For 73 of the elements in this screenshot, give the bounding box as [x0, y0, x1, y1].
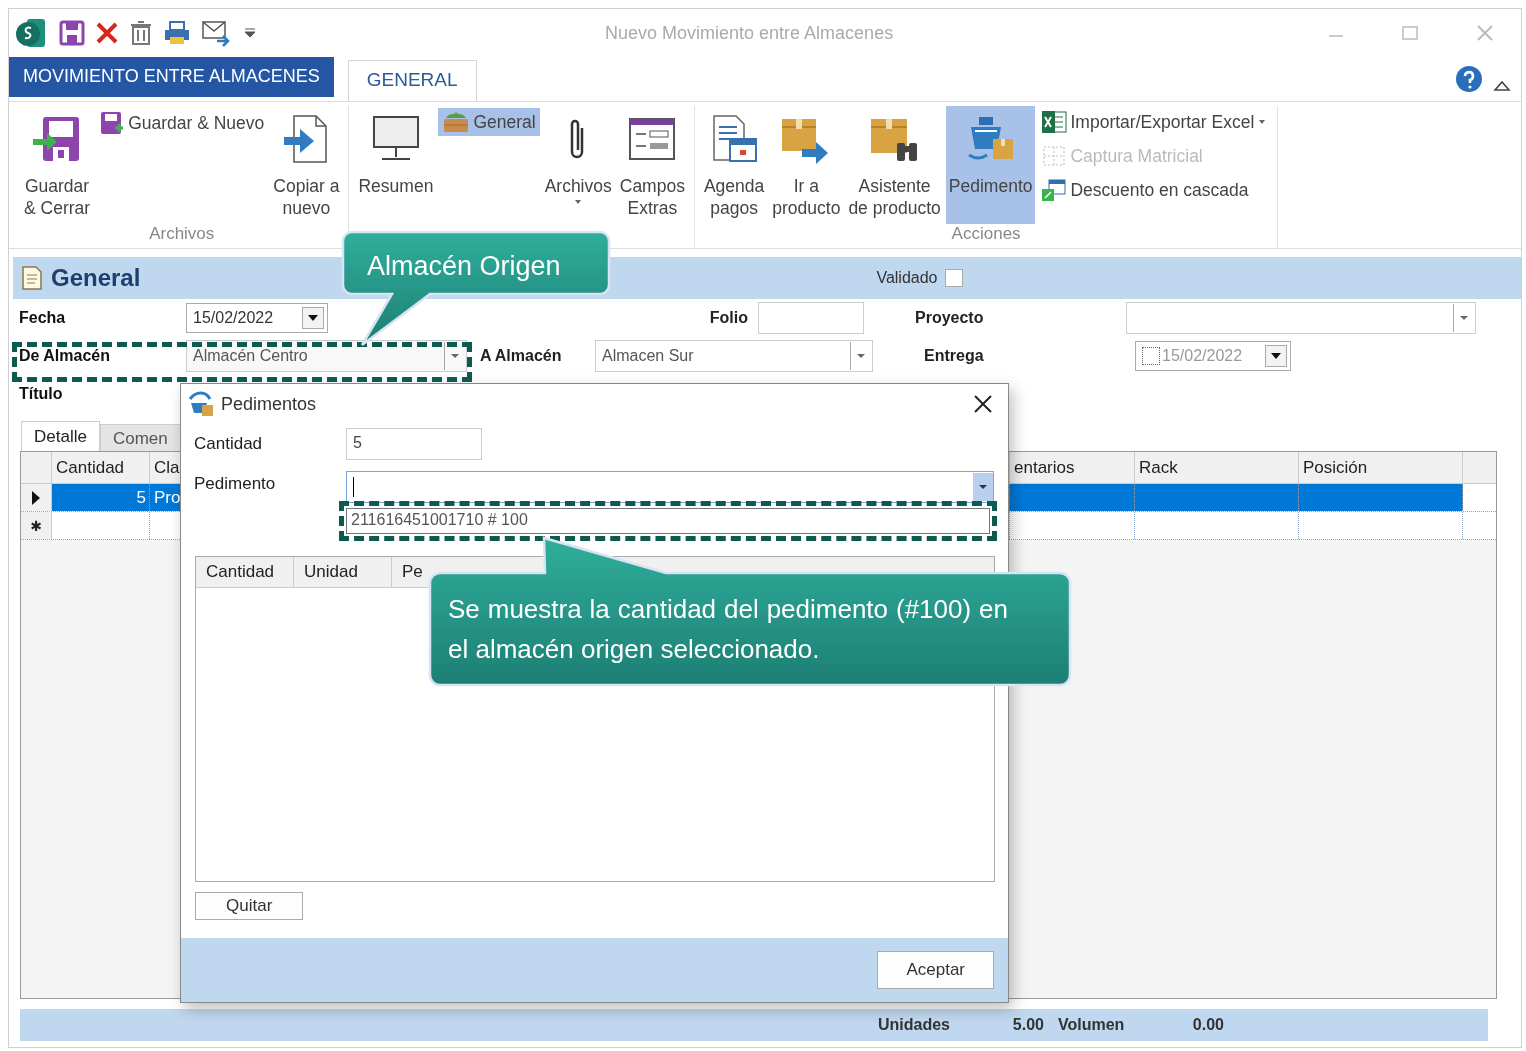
- total-value: 5.00: [1011, 1016, 1044, 1034]
- ribbon-button[interactable]: Descuento en cascada: [1037, 176, 1272, 204]
- group-label: Archivos: [148, 224, 216, 245]
- checkbox-label: Validado: [876, 269, 938, 287]
- field-label: De Almacén: [19, 347, 111, 365]
- dropdown-option[interactable]: 211616451001710 # 100: [347, 509, 532, 533]
- delete-icon[interactable]: [95, 21, 119, 45]
- group-label: Acciones: [950, 224, 1022, 245]
- column-header[interactable]: Posición: [1299, 452, 1463, 483]
- ribbon-button[interactable]: Asistente de producto: [845, 106, 944, 224]
- new-row-marker: ✱: [30, 517, 42, 534]
- caret-icon: [573, 197, 584, 206]
- checkbox[interactable]: [945, 269, 964, 287]
- trash-icon[interactable]: [129, 20, 153, 46]
- ribbon-button[interactable]: Pedimento: [945, 106, 1036, 224]
- column-header[interactable]: Cantidad: [52, 452, 150, 483]
- spreadsheet-icon: [1041, 178, 1068, 202]
- dropdown-field[interactable]: Almacen Sur: [595, 340, 873, 372]
- section-title: General: [51, 264, 141, 292]
- close-icon[interactable]: [972, 393, 994, 415]
- field-label: Título: [19, 385, 64, 403]
- field-label: A Almacén: [480, 347, 563, 365]
- text-field[interactable]: 5: [346, 428, 482, 460]
- field-label: Proyecto: [915, 309, 985, 327]
- collapse-ribbon-icon[interactable]: [1493, 79, 1511, 93]
- printer-icon[interactable]: [163, 20, 191, 46]
- ribbon-button[interactable]: Campos Extras: [616, 106, 688, 224]
- tab[interactable]: Detalle: [21, 421, 100, 451]
- ribbon-button[interactable]: Guardar & Nuevo: [95, 108, 269, 138]
- text-field[interactable]: [758, 302, 864, 334]
- callout-text: Almacén Origen: [367, 251, 561, 282]
- accept-button[interactable]: Aceptar: [877, 951, 994, 989]
- column-header[interactable]: Rack: [1135, 452, 1299, 483]
- app-tab[interactable]: MOVIMIENTO ENTRE ALMACENES: [9, 57, 334, 97]
- window-title: Nuevo Movimiento entre Almacenes: [605, 23, 894, 44]
- dialog-title: Pedimentos: [221, 393, 317, 415]
- total-value: 0.00: [1191, 1016, 1224, 1034]
- ribbon-tab[interactable]: GENERAL: [347, 60, 477, 101]
- field-label: Entrega: [924, 347, 985, 365]
- ribbon-button[interactable]: Archivos: [541, 106, 615, 224]
- caret-icon: [1257, 118, 1268, 126]
- total-label: Unidades: [878, 1016, 951, 1034]
- ship-icon: [187, 391, 215, 417]
- callout-text: Se muestra la cantidad del pedimento (#100) en el almacén origen seleccionado.: [448, 593, 1008, 666]
- help-icon[interactable]: [1455, 65, 1483, 93]
- ribbon-button[interactable]: Importar/Exportar Excel: [1037, 108, 1272, 136]
- ribbon-button[interactable]: Guardar & Cerrar: [21, 106, 94, 224]
- dropdown-caret-icon[interactable]: [243, 28, 257, 38]
- dotted-grid-icon: [1041, 144, 1068, 168]
- ribbon-button[interactable]: Resumen: [355, 106, 437, 224]
- table-cell: 5: [52, 484, 150, 511]
- tab[interactable]: Comen: [99, 424, 181, 451]
- remove-button[interactable]: Quitar: [195, 892, 304, 920]
- dropdown-field[interactable]: [346, 471, 994, 503]
- column-header[interactable]: entarios: [1010, 452, 1135, 483]
- date-field[interactable]: 15/02/2022: [186, 303, 328, 333]
- ribbon-button[interactable]: Copiar a nuevo: [270, 106, 343, 224]
- column-header[interactable]: Unidad: [294, 557, 392, 587]
- field-label: Folio: [708, 309, 748, 327]
- dropdown-field[interactable]: [1126, 302, 1476, 334]
- save-icon[interactable]: [59, 20, 85, 46]
- column-header[interactable]: Pe: [392, 557, 427, 587]
- ribbon-button[interactable]: General: [438, 108, 540, 136]
- ribbon-button[interactable]: Agenda pagos: [700, 106, 768, 224]
- spreadsheet-icon: [1041, 110, 1068, 134]
- document-icon: [21, 265, 43, 291]
- floppy-disk-icon: [99, 110, 126, 136]
- total-label: Volumen: [1058, 1016, 1126, 1034]
- basket-icon: [442, 110, 471, 134]
- field-label: Cantidad: [194, 434, 264, 454]
- field-label: Fecha: [19, 309, 67, 327]
- ribbon-button[interactable]: Ir a producto: [769, 106, 844, 224]
- column-header[interactable]: Cantidad: [196, 557, 294, 587]
